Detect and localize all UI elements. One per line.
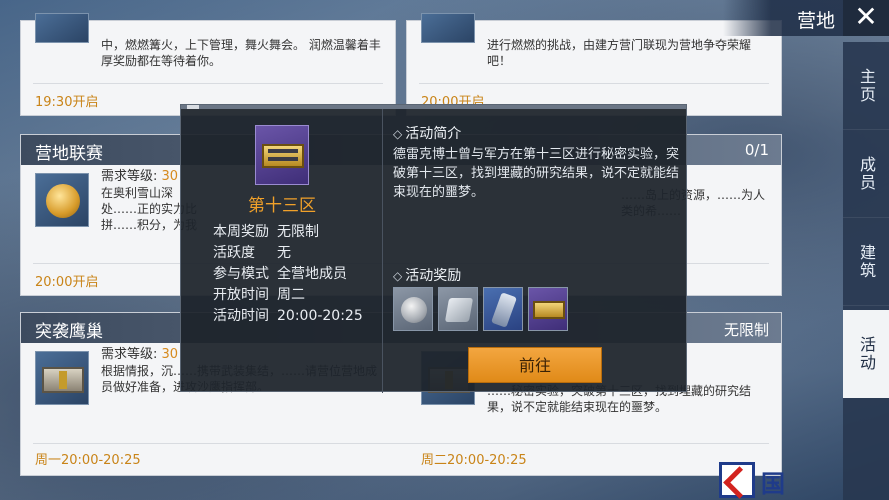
silver-coin-icon bbox=[401, 297, 427, 323]
info-row-mode: 参与模式 全营地成员 bbox=[213, 263, 363, 284]
limit-label: 无限制 bbox=[723, 321, 769, 339]
info-row-weekly-reward: 本周奖励 无限制 bbox=[213, 221, 363, 242]
page-title: 营地 bbox=[723, 0, 843, 36]
event-icon bbox=[255, 125, 309, 185]
requirement-label: 需求等级: bbox=[101, 347, 158, 362]
diamond-icon: ◇ bbox=[393, 127, 403, 141]
reward-list bbox=[393, 287, 568, 331]
reward-item[interactable] bbox=[393, 287, 433, 331]
participation-count: 0/1 bbox=[744, 141, 769, 159]
watermark: 国 bbox=[711, 454, 889, 500]
intro-text: 德雷克博士曾与军方在第十三区进行秘密实验，突破第十三区，找到埋藏的研究结果，说不… bbox=[393, 147, 680, 200]
event-detail-panel: ◇ 活动简介 德雷克博士曾与军方在第十三区进行秘密实验，突破第十三区，找到埋藏的研… bbox=[393, 123, 679, 383]
intro-title: 活动简介 bbox=[405, 126, 462, 142]
gold-crate-icon bbox=[533, 301, 565, 319]
event-info-list: 本周奖励 无限制 活跃度 无 参与模式 全营地成员 开放时间 周二 活动时间 20:00-… bbox=[213, 221, 363, 326]
intro-heading: ◇ 活动简介 bbox=[393, 123, 678, 143]
info-key: 开放时间 bbox=[213, 287, 269, 303]
requirement-value: 30 bbox=[161, 169, 179, 184]
event-icon bbox=[35, 13, 89, 43]
card-time-right: 周二20:00-20:25 bbox=[421, 453, 527, 468]
gold-coin-icon bbox=[46, 184, 80, 218]
info-row-open-day: 开放时间 周二 bbox=[213, 284, 363, 305]
device-icon bbox=[491, 292, 517, 328]
tab-buildings[interactable]: 建筑 bbox=[843, 218, 889, 306]
tab-members[interactable]: 成员 bbox=[843, 130, 889, 218]
info-row-time: 活动时间 20:00-20:25 bbox=[213, 305, 363, 326]
tab-activities[interactable]: 活动 bbox=[843, 310, 889, 398]
gold-crate-icon bbox=[262, 144, 304, 168]
card-description: 中，燃燃篝火，上下管理，舞火舞会。 润燃温馨着丰厚奖励都在等待着你。 bbox=[101, 38, 381, 68]
card-description: 进行燃燃的挑战，由建方营门联现为营地争夺荣耀吧！ bbox=[487, 38, 752, 68]
info-key: 本周奖励 bbox=[213, 224, 269, 240]
rewards-heading: ◇ 活动奖励 bbox=[393, 265, 461, 285]
event-icon bbox=[35, 173, 89, 227]
event-name: 第十三区 bbox=[248, 196, 316, 216]
info-key: 参与模式 bbox=[213, 266, 269, 282]
sidebar: 主页 成员 建筑 活动 bbox=[843, 42, 889, 500]
rewards-title: 活动奖励 bbox=[405, 268, 462, 284]
requirement-label: 需求等级: bbox=[101, 169, 158, 184]
close-button[interactable]: ✕ bbox=[843, 0, 889, 36]
info-key: 活动时间 bbox=[213, 308, 269, 324]
event-icon bbox=[35, 351, 89, 405]
goto-button[interactable]: 前往 bbox=[468, 347, 602, 383]
requirement-value: 30 bbox=[161, 347, 179, 362]
info-row-activity: 活跃度 无 bbox=[213, 242, 363, 263]
info-value: 无限制 bbox=[277, 224, 319, 240]
info-value: 20:00-20:25 bbox=[277, 308, 363, 324]
event-summary-panel: 第十三区 本周奖励 无限制 活跃度 无 参与模式 全营地成员 开放时间 周二 活动时间 2… bbox=[181, 109, 383, 393]
crate-icon bbox=[42, 367, 84, 393]
info-value: 全营地成员 bbox=[277, 266, 347, 282]
info-key: 活跃度 bbox=[213, 245, 255, 261]
event-detail-modal: 第十三区 本周奖励 无限制 活跃度 无 参与模式 全营地成员 开放时间 周二 活动时间 2… bbox=[180, 104, 687, 393]
close-icon: ✕ bbox=[854, 0, 878, 33]
watermark-text: 国 bbox=[761, 470, 785, 498]
card-time: 19:30开启 bbox=[35, 95, 99, 110]
diamond-icon: ◇ bbox=[393, 269, 403, 283]
armor-plate-icon bbox=[444, 298, 474, 322]
divider bbox=[419, 83, 769, 84]
reward-item[interactable] bbox=[528, 287, 568, 331]
event-card-top-left[interactable]: 中，燃燃篝火，上下管理，舞火舞会。 润燃温馨着丰厚奖励都在等待着你。 19:30… bbox=[20, 13, 396, 116]
card-time-left: 周一20:00-20:25 bbox=[35, 453, 141, 468]
reward-item[interactable] bbox=[438, 287, 478, 331]
card-time: 20:00开启 bbox=[35, 275, 99, 290]
divider bbox=[33, 443, 769, 444]
event-icon bbox=[421, 13, 475, 43]
tab-home[interactable]: 主页 bbox=[843, 42, 889, 130]
card-title: 营地联赛 bbox=[35, 144, 103, 164]
info-value: 无 bbox=[277, 245, 291, 261]
divider bbox=[33, 83, 383, 84]
card-title: 突袭鹰巢 bbox=[35, 322, 103, 342]
reward-item[interactable] bbox=[483, 287, 523, 331]
watermark-logo-icon bbox=[719, 462, 755, 498]
info-value: 周二 bbox=[277, 287, 305, 303]
